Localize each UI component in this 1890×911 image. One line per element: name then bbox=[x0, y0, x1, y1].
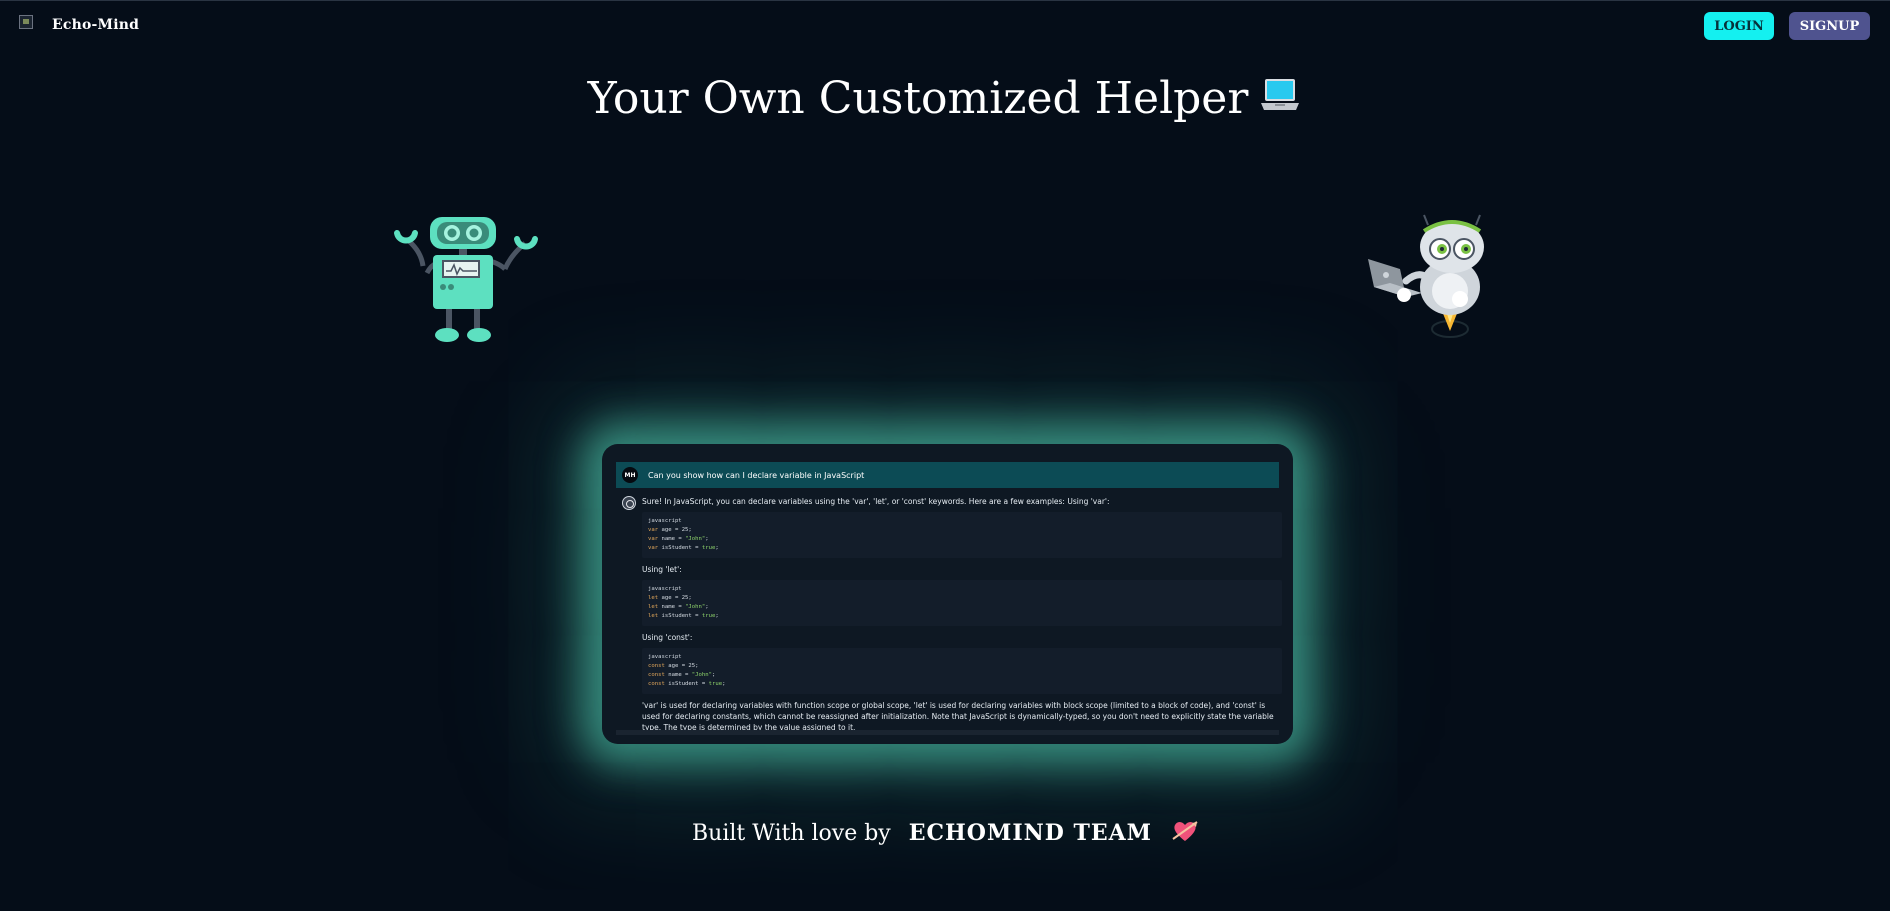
answer-summary: 'var' is used for declaring variables wi… bbox=[642, 701, 1274, 732]
teal-robot-illustration bbox=[393, 211, 539, 351]
brand-name[interactable]: Echo-Mind bbox=[52, 17, 139, 33]
code-lang-label: javascript bbox=[648, 654, 682, 660]
silver-robot-with-laptop-illustration bbox=[1366, 211, 1488, 351]
code-block-const: javascript const age = 25; const name = … bbox=[642, 648, 1282, 694]
code-line: var age = 25; bbox=[648, 527, 692, 533]
footer-prefix: Built With love by bbox=[691, 821, 891, 846]
code-line: let age = 25; bbox=[648, 595, 692, 601]
hero-title: Your Own Customized Helper bbox=[0, 73, 1890, 128]
user-avatar: MH bbox=[622, 467, 638, 483]
code-line: const isStudent = true; bbox=[648, 681, 726, 687]
const-label: Using 'const': bbox=[642, 633, 693, 642]
footer-team-name: ECHOMIND TEAM bbox=[908, 820, 1153, 846]
code-line: var isStudent = true; bbox=[648, 545, 719, 551]
signup-button[interactable]: SIGNUP bbox=[1789, 12, 1870, 40]
let-label: Using 'let': bbox=[642, 565, 682, 574]
code-block-var: javascript var age = 25; var name = "Joh… bbox=[642, 512, 1282, 558]
chat-input-edge bbox=[616, 730, 1279, 735]
login-button[interactable]: LOGIN bbox=[1704, 12, 1774, 40]
user-question-text: Can you show how can I declare variable … bbox=[648, 470, 865, 480]
landing-page: Echo-Mind LOGIN SIGNUP Your Own Customiz… bbox=[0, 0, 1890, 911]
code-line: var name = "John"; bbox=[648, 536, 709, 542]
code-lang-label: javascript bbox=[648, 586, 682, 592]
code-block-let: javascript let age = 25; let name = "Joh… bbox=[642, 580, 1282, 626]
chat-preview-card: MH Can you show how can I declare variab… bbox=[602, 444, 1293, 744]
logo-image[interactable] bbox=[19, 15, 33, 29]
code-lang-label: javascript bbox=[648, 518, 682, 524]
code-line: let isStudent = true; bbox=[648, 613, 719, 619]
hero-title-text: Your Own Customized Helper bbox=[587, 73, 1249, 124]
heart-arrow-icon bbox=[1172, 819, 1198, 849]
code-line: const name = "John"; bbox=[648, 672, 716, 678]
user-question-row: MH Can you show how can I declare variab… bbox=[616, 462, 1279, 488]
answer-intro: Sure! In JavaScript, you can declare var… bbox=[642, 497, 1110, 506]
bot-answer: Sure! In JavaScript, you can declare var… bbox=[642, 496, 1282, 733]
code-line: let name = "John"; bbox=[648, 604, 709, 610]
laptop-icon bbox=[1258, 73, 1302, 128]
footer: Built With love by ECHOMIND TEAM bbox=[0, 819, 1890, 849]
code-line: const age = 25; bbox=[648, 663, 699, 669]
bot-avatar-icon bbox=[622, 496, 636, 510]
